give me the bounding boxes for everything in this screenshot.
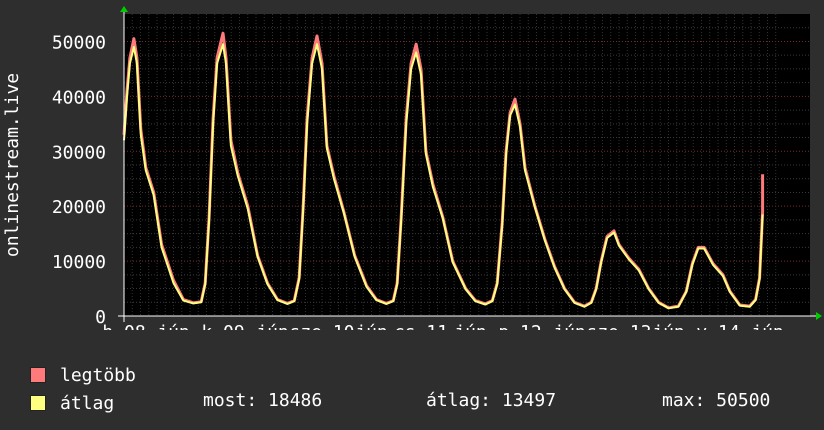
legend-avg-label: átlag <box>60 392 115 414</box>
chart: 01000020000300004000050000 h 08júnk 09jú… <box>2 6 822 330</box>
y-tick-label: 30000 <box>52 142 106 163</box>
x-tick-month-label: jún <box>652 322 685 330</box>
x-tick-month-label: jún <box>157 322 190 330</box>
x-tick-day-label: szo 13 <box>586 322 651 330</box>
x-tick-day-label: k 09 <box>201 322 244 330</box>
x-tick-day-label: sze 10 <box>289 322 354 330</box>
x-tick-month-label: jún <box>751 322 784 330</box>
y-axis-label: onlinestream.live <box>2 73 23 257</box>
stat-current: most: 18486 <box>203 390 323 411</box>
y-axis-arrow <box>120 6 128 12</box>
x-tick-day-label: cs 11 <box>394 322 448 330</box>
y-tick-label: 20000 <box>52 197 106 218</box>
y-tick-label: 40000 <box>52 87 106 108</box>
x-tick-day-label: h 08 <box>102 322 145 330</box>
y-tick-labels: 01000020000300004000050000 <box>52 32 106 328</box>
legend-avg-swatch <box>30 395 46 411</box>
legend-avg: átlag <box>30 392 114 414</box>
legend-max: legtöbb <box>30 364 136 386</box>
x-tick-month-label: jún <box>454 322 487 330</box>
x-axis-arrow <box>816 312 822 320</box>
x-tick-day-label: v 14 <box>696 322 739 330</box>
legend-max-label: legtöbb <box>60 364 136 386</box>
stat-average: átlag: 13497 <box>426 390 557 411</box>
x-tick-labels: h 08júnk 09júnsze 10júncs 11júnp 12júnsz… <box>102 322 783 330</box>
x-tick-day-label: p 12 <box>498 322 541 330</box>
x-tick-month-label: jún <box>256 322 289 330</box>
x-tick-month-label: jún <box>355 322 388 330</box>
y-tick-label: 50000 <box>52 32 106 53</box>
x-tick-month-label: jún <box>553 322 586 330</box>
stat-maximum: max: 50500 <box>662 390 771 411</box>
y-tick-label: 10000 <box>52 252 106 273</box>
legend-max-swatch <box>30 367 46 383</box>
